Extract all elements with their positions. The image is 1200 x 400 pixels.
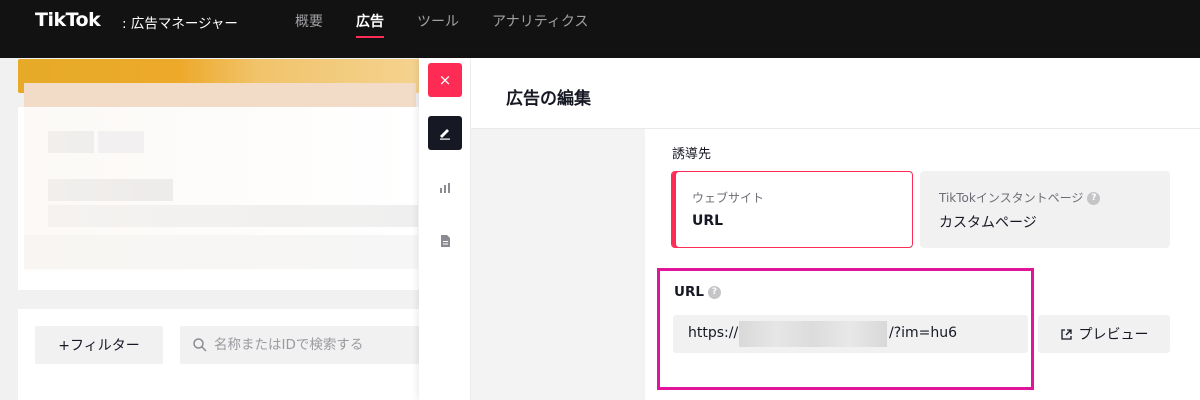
top-navigation-bar: TikTok : 広告マネージャー 概要 広告 ツール アナリティクス bbox=[0, 0, 1200, 58]
nav-analytics[interactable]: アナリティクス bbox=[492, 11, 588, 38]
search-icon bbox=[193, 338, 207, 352]
destination-option-caption: ウェブサイト bbox=[692, 191, 765, 205]
drawer-title: 広告の編集 bbox=[506, 89, 591, 109]
destination-label: 誘導先 bbox=[672, 147, 712, 162]
destination-option-caption-text: TikTokインスタントページ bbox=[939, 191, 1084, 205]
nav-tools[interactable]: ツール bbox=[417, 11, 459, 38]
nav-ads[interactable]: 広告 bbox=[356, 11, 384, 38]
destination-option-website[interactable]: ウェブサイト URL bbox=[671, 171, 913, 248]
search-box[interactable] bbox=[180, 326, 420, 364]
close-button[interactable]: × bbox=[428, 63, 462, 97]
edit-tab-button[interactable] bbox=[428, 116, 462, 150]
pencil-icon bbox=[440, 129, 450, 140]
url-input[interactable]: https:// /?im=hu6 bbox=[673, 315, 1028, 353]
destination-option-value: カスタムページ bbox=[939, 215, 1037, 231]
url-redacted bbox=[739, 321, 887, 347]
url-label: URL? bbox=[674, 284, 721, 300]
destination-option-instant-page[interactable]: TikTokインスタントページ? カスタムページ bbox=[920, 171, 1170, 248]
url-prefix: https:// bbox=[688, 325, 739, 341]
help-icon[interactable]: ? bbox=[707, 285, 721, 299]
document-tab-button[interactable] bbox=[428, 224, 462, 258]
help-icon[interactable]: ? bbox=[1087, 192, 1101, 205]
main-nav: 概要 広告 ツール アナリティクス bbox=[295, 11, 621, 38]
section-navigator bbox=[471, 129, 645, 400]
url-suffix: /?im=hu6 bbox=[889, 325, 958, 341]
drawer-side-rail: × bbox=[419, 58, 471, 400]
destination-option-value: URL bbox=[692, 213, 724, 229]
bar-chart-icon bbox=[440, 183, 450, 193]
document-icon bbox=[441, 235, 450, 247]
notice-banner-blurred bbox=[24, 83, 416, 107]
url-label-text: URL bbox=[674, 284, 704, 300]
preview-button-label: プレビュー bbox=[1078, 327, 1149, 343]
logo-subtitle: : 広告マネージャー bbox=[122, 16, 238, 32]
tiktok-logo[interactable]: TikTok bbox=[35, 9, 101, 31]
preview-button[interactable]: プレビュー bbox=[1038, 315, 1170, 353]
stats-tab-button[interactable] bbox=[428, 170, 462, 204]
search-input[interactable] bbox=[214, 337, 414, 353]
destination-option-caption: TikTokインスタントページ? bbox=[939, 189, 1101, 206]
external-link-icon bbox=[1060, 328, 1072, 340]
nav-overview[interactable]: 概要 bbox=[295, 11, 323, 38]
add-filter-button[interactable]: +フィルター bbox=[35, 326, 163, 364]
blur-overlay bbox=[24, 107, 416, 270]
